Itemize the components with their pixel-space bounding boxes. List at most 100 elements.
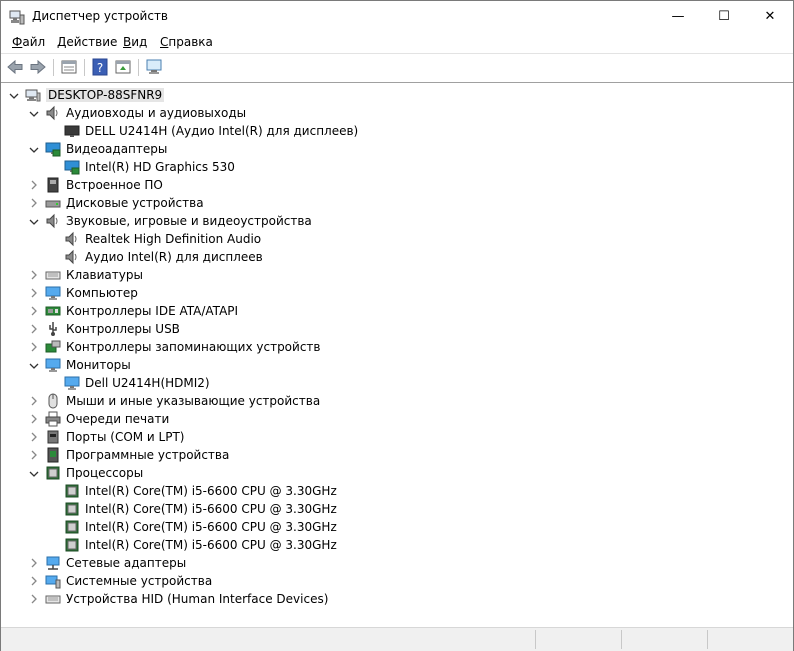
- device-tree[interactable]: DESKTOP-88SFNR9 Аудиовходы и аудиовыходы…: [1, 82, 793, 628]
- chevron-right-icon[interactable]: [29, 450, 39, 460]
- chevron-right-icon[interactable]: [29, 198, 39, 208]
- speaker-icon: [65, 231, 77, 247]
- tree-category[interactable]: Встроенное ПО: [45, 176, 163, 194]
- maximize-icon: ☐: [718, 9, 730, 24]
- category-label: Устройства HID (Human Interface Devices): [66, 592, 329, 606]
- status-bar: [1, 627, 793, 651]
- tree-device[interactable]: Аудио Intel(R) для дисплеев: [64, 248, 263, 266]
- system-device-icon: [45, 575, 61, 589]
- tree-device[interactable]: Realtek High Definition Audio: [64, 230, 261, 248]
- chevron-down-icon[interactable]: [29, 469, 39, 479]
- tree-category[interactable]: Мыши и иные указывающие устройства: [45, 392, 320, 410]
- device-label: DELL U2414H (Аудио Intel(R) для дисплеев…: [85, 124, 359, 138]
- speaker-icon: [46, 213, 58, 229]
- tree-device[interactable]: DELL U2414H (Аудио Intel(R) для дисплеев…: [64, 122, 358, 140]
- chevron-down-icon[interactable]: [9, 91, 19, 101]
- monitor-icon: [64, 376, 80, 390]
- tree-category[interactable]: Системные устройства: [45, 572, 212, 590]
- category-label: Очереди печати: [66, 412, 170, 426]
- tree-category[interactable]: Сетевые адаптеры: [45, 554, 186, 572]
- chevron-right-icon[interactable]: [29, 414, 39, 424]
- tree-category[interactable]: Видеоадаптеры: [45, 140, 167, 158]
- help-icon[interactable]: ?: [91, 58, 109, 76]
- monitor-dark-icon: [64, 125, 80, 137]
- category-label: Компьютер: [66, 286, 138, 300]
- chevron-down-icon[interactable]: [29, 109, 39, 119]
- tree-category[interactable]: Контроллеры запоминающих устройств: [45, 338, 320, 356]
- window-title: Диспетчер устройств: [32, 9, 169, 23]
- title-bar[interactable]: Диспетчер устройств — ☐ ✕: [1, 1, 793, 32]
- device-label: Intel(R) Core(TM) i5-6600 CPU @ 3.30GHz: [85, 520, 337, 534]
- tree-category[interactable]: Дисковые устройства: [45, 194, 204, 212]
- scan-hardware-icon[interactable]: [145, 58, 163, 76]
- tree-device[interactable]: Intel(R) Core(TM) i5-6600 CPU @ 3.30GHz: [64, 536, 337, 554]
- tree-category[interactable]: Программные устройства: [45, 446, 229, 464]
- device-label: Аудио Intel(R) для дисплеев: [85, 250, 263, 264]
- close-button[interactable]: ✕: [747, 1, 793, 32]
- software-device-icon: [47, 447, 59, 463]
- category-label: Клавиатуры: [66, 268, 143, 282]
- chevron-right-icon[interactable]: [29, 324, 39, 334]
- status-separator: [707, 630, 708, 649]
- disk-icon: [45, 200, 61, 208]
- chevron-down-icon[interactable]: [29, 145, 39, 155]
- tree-category[interactable]: Звуковые, игровые и видеоустройства: [45, 212, 312, 230]
- minimize-icon: —: [671, 9, 685, 24]
- chevron-right-icon[interactable]: [29, 288, 39, 298]
- chevron-down-icon[interactable]: [29, 361, 39, 371]
- chevron-right-icon[interactable]: [29, 558, 39, 568]
- tree-category[interactable]: Контроллеры USB: [45, 320, 180, 338]
- status-separator: [621, 630, 622, 649]
- tree-category[interactable]: Очереди печати: [45, 410, 169, 428]
- minimize-button[interactable]: —: [655, 1, 701, 32]
- forward-icon[interactable]: [29, 58, 47, 76]
- tree-device[interactable]: Intel(R) Core(TM) i5-6600 CPU @ 3.30GHz: [64, 518, 337, 536]
- ide-controller-icon: [45, 306, 61, 316]
- svg-text:?: ?: [97, 61, 103, 75]
- tree-category[interactable]: Мониторы: [45, 356, 131, 374]
- tree-category[interactable]: Клавиатуры: [45, 266, 143, 284]
- menu-help[interactable]: Справка: [160, 35, 213, 49]
- chevron-right-icon[interactable]: [29, 270, 39, 280]
- status-separator: [535, 630, 536, 649]
- cpu-icon: [65, 538, 79, 552]
- chevron-right-icon[interactable]: [29, 342, 39, 352]
- tree-category[interactable]: Устройства HID (Human Interface Devices): [45, 590, 328, 608]
- maximize-button[interactable]: ☐: [701, 1, 747, 32]
- device-label: Intel(R) HD Graphics 530: [85, 160, 235, 174]
- tree-root[interactable]: DESKTOP-88SFNR9: [25, 86, 165, 104]
- tree-category[interactable]: Аудиовходы и аудиовыходы: [45, 104, 246, 122]
- back-icon[interactable]: [6, 58, 24, 76]
- chevron-right-icon[interactable]: [29, 576, 39, 586]
- tree-device[interactable]: Intel(R) Core(TM) i5-6600 CPU @ 3.30GHz: [64, 500, 337, 518]
- tree-category[interactable]: Порты (COM и LPT): [45, 428, 184, 446]
- tree-category[interactable]: Процессоры: [45, 464, 143, 482]
- tree-device[interactable]: Dell U2414H(HDMI2): [64, 374, 210, 392]
- tree-device[interactable]: Intel(R) Core(TM) i5-6600 CPU @ 3.30GHz: [64, 482, 337, 500]
- menu-file[interactable]: Файл: [12, 35, 45, 49]
- tree-device[interactable]: Intel(R) HD Graphics 530: [64, 158, 235, 176]
- properties-icon[interactable]: [60, 58, 78, 76]
- device-label: Intel(R) Core(TM) i5-6600 CPU @ 3.30GHz: [85, 502, 337, 516]
- update-driver-icon[interactable]: [114, 58, 132, 76]
- category-label: Контроллеры IDE ATA/ATAPI: [66, 304, 239, 318]
- category-label: Звуковые, игровые и видеоустройства: [66, 214, 312, 228]
- tree-category[interactable]: Контроллеры IDE ATA/ATAPI: [45, 302, 238, 320]
- chevron-right-icon[interactable]: [29, 306, 39, 316]
- device-label: Realtek High Definition Audio: [85, 232, 262, 246]
- category-label: Процессоры: [66, 466, 144, 480]
- chevron-right-icon[interactable]: [29, 432, 39, 442]
- computer-icon: [25, 89, 41, 102]
- storage-controller-icon: [45, 340, 61, 353]
- category-label: Сетевые адаптеры: [66, 556, 187, 570]
- menu-view[interactable]: Вид: [123, 35, 147, 49]
- menu-action[interactable]: Действие: [57, 35, 117, 49]
- chevron-right-icon[interactable]: [29, 594, 39, 604]
- category-label: Мониторы: [66, 358, 131, 372]
- chevron-right-icon[interactable]: [29, 180, 39, 190]
- monitor-icon: [45, 358, 61, 372]
- chevron-right-icon[interactable]: [29, 396, 39, 406]
- display-adapter-icon: [64, 160, 80, 175]
- tree-category[interactable]: Компьютер: [45, 284, 138, 302]
- chevron-down-icon[interactable]: [29, 217, 39, 227]
